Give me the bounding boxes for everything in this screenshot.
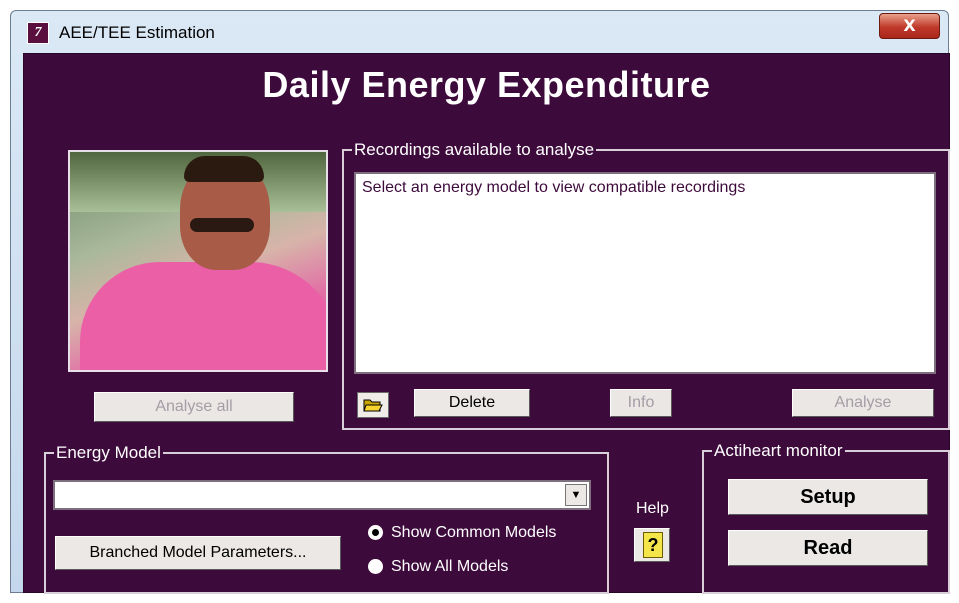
open-folder-button[interactable] bbox=[357, 392, 389, 418]
show-all-models-label: Show All Models bbox=[391, 558, 509, 575]
close-button[interactable]: X bbox=[879, 13, 940, 39]
show-common-models-radio[interactable]: Show Common Models bbox=[368, 524, 556, 542]
branched-model-parameters-button[interactable]: Branched Model Parameters... bbox=[55, 536, 341, 570]
energy-model-group: Energy Model bbox=[44, 443, 609, 594]
chevron-down-icon[interactable]: ▼ bbox=[565, 484, 587, 506]
actiheart-group-label: Actiheart monitor bbox=[712, 441, 845, 461]
analyse-button[interactable]: Analyse bbox=[792, 389, 934, 417]
client-area: Daily Energy Expenditure Analyse all Rec… bbox=[23, 53, 950, 594]
analyse-all-button[interactable]: Analyse all bbox=[94, 392, 294, 422]
window-title: AEE/TEE Estimation bbox=[59, 23, 215, 42]
person-photo bbox=[68, 150, 328, 372]
show-all-models-radio[interactable]: Show All Models bbox=[368, 558, 508, 576]
help-label: Help bbox=[636, 500, 669, 517]
title-bar[interactable]: 7 AEE/TEE Estimation X bbox=[11, 11, 948, 53]
question-icon: ? bbox=[643, 532, 663, 558]
setup-button[interactable]: Setup bbox=[728, 479, 928, 515]
app-window: 7 AEE/TEE Estimation X Daily Energy Expe… bbox=[10, 10, 950, 594]
recordings-list[interactable]: Select an energy model to view compatibl… bbox=[354, 172, 936, 374]
recordings-group-label: Recordings available to analyse bbox=[352, 140, 597, 160]
energy-model-select[interactable]: ▼ bbox=[53, 480, 591, 510]
help-button[interactable]: ? bbox=[634, 528, 670, 562]
page-title: Daily Energy Expenditure bbox=[262, 64, 711, 105]
show-common-models-label: Show Common Models bbox=[391, 524, 557, 541]
delete-button[interactable]: Delete bbox=[414, 389, 530, 417]
read-button[interactable]: Read bbox=[728, 530, 928, 566]
app-logo-icon: 7 bbox=[27, 22, 49, 44]
radio-selected-icon[interactable] bbox=[368, 525, 383, 541]
actiheart-group: Actiheart monitor bbox=[702, 441, 950, 594]
recordings-list-message: Select an energy model to view compatibl… bbox=[362, 179, 746, 196]
energy-model-group-label: Energy Model bbox=[54, 443, 163, 463]
radio-unselected-icon[interactable] bbox=[368, 559, 383, 575]
folder-open-icon bbox=[363, 399, 383, 412]
info-button[interactable]: Info bbox=[610, 389, 672, 417]
